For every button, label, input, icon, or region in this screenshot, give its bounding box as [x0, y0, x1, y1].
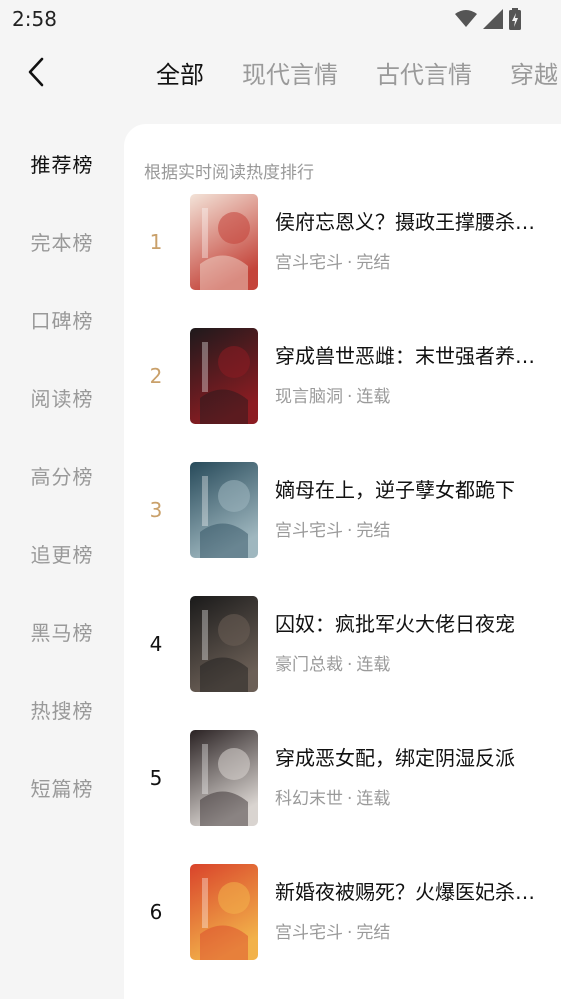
book-row[interactable]: 6 新婚夜被赐死？火爆医妃杀疯了宫斗宅斗 · 完结: [124, 862, 561, 962]
book-title[interactable]: 穿成兽世恶雌：末世强者养崽忙: [275, 340, 553, 369]
book-cover[interactable]: [190, 730, 258, 826]
sidebar-item-5[interactable]: 追更榜: [0, 514, 124, 592]
meta-separator: ·: [347, 253, 353, 273]
book-cover[interactable]: [190, 462, 258, 558]
book-status: 连载: [356, 655, 391, 675]
book-status: 完结: [356, 253, 391, 273]
book-meta: 科幻末世 · 连载: [275, 784, 390, 809]
book-meta: 宫斗宅斗 · 完结: [275, 918, 390, 943]
book-row[interactable]: 1 侯府忘恩义？摄政王撑腰杀疯了宫斗宅斗 · 完结: [124, 192, 561, 292]
book-title[interactable]: 囚奴：疯批军火大佬日夜宠: [275, 608, 553, 637]
status-icons: [455, 8, 521, 34]
rank-number: 3: [149, 498, 163, 522]
meta-separator: ·: [347, 387, 353, 407]
ranking-sidebar: 推荐榜 完本榜 口碑榜 阅读榜 高分榜 追更榜 黑马榜 热搜榜 短篇榜: [0, 124, 124, 826]
book-genre: 宫斗宅斗: [275, 521, 343, 541]
rank-number: 6: [149, 900, 163, 924]
battery-charging-icon: [509, 8, 521, 34]
book-row[interactable]: 3 嫡母在上，逆子孽女都跪下宫斗宅斗 · 完结: [124, 460, 561, 560]
sidebar-item-3[interactable]: 阅读榜: [0, 358, 124, 436]
book-meta: 豪门总裁 · 连载: [275, 650, 390, 675]
book-row[interactable]: 5 穿成恶女配，绑定阴湿反派科幻末世 · 连载: [124, 728, 561, 828]
rank-number: 5: [149, 766, 163, 790]
meta-separator: ·: [347, 923, 353, 943]
book-genre: 宫斗宅斗: [275, 253, 343, 273]
sidebar-item-0[interactable]: 推荐榜: [0, 124, 124, 202]
tab-0[interactable]: 全部: [156, 55, 204, 90]
rank-number: 4: [149, 632, 163, 656]
book-row[interactable]: 4 囚奴：疯批军火大佬日夜宠豪门总裁 · 连载: [124, 594, 561, 694]
book-meta: 宫斗宅斗 · 完结: [275, 516, 390, 541]
book-meta: 宫斗宅斗 · 完结: [275, 248, 390, 273]
book-title[interactable]: 穿成恶女配，绑定阴湿反派: [275, 742, 553, 771]
meta-separator: ·: [347, 521, 353, 541]
category-tabs: 全部 现代言情 古代言情 穿越: [156, 40, 561, 104]
book-meta: 现言脑洞 · 连载: [275, 382, 390, 407]
sidebar-item-1[interactable]: 完本榜: [0, 202, 124, 280]
wifi-icon: [455, 10, 477, 32]
signal-icon: [483, 9, 503, 33]
book-title[interactable]: 侯府忘恩义？摄政王撑腰杀疯了: [275, 206, 553, 235]
rank-number: 2: [149, 364, 163, 388]
book-cover[interactable]: [190, 864, 258, 960]
status-time: 2:58: [12, 7, 57, 31]
ranking-panel: 根据实时阅读热度排行 1 侯府忘恩义？摄政王撑腰杀疯了 宫斗宅斗 · 完结 2 穿成兽世恶雌…: [124, 124, 561, 999]
book-cover[interactable]: [190, 328, 258, 424]
book-title[interactable]: 嫡母在上，逆子孽女都跪下: [275, 474, 553, 503]
book-genre: 豪门总裁: [275, 655, 343, 675]
book-title[interactable]: 新婚夜被赐死？火爆医妃杀疯了: [275, 876, 553, 905]
book-row[interactable]: 2 穿成兽世恶雌：末世强者养崽忙现言脑洞 · 连载: [124, 326, 561, 426]
tab-2[interactable]: 古代言情: [376, 55, 472, 90]
sidebar-item-6[interactable]: 黑马榜: [0, 592, 124, 670]
sidebar-item-4[interactable]: 高分榜: [0, 436, 124, 514]
tab-1[interactable]: 现代言情: [242, 55, 338, 90]
chevron-left-icon: [28, 57, 44, 87]
book-cover[interactable]: [190, 596, 258, 692]
book-status: 完结: [356, 923, 391, 943]
top-nav: 全部 现代言情 古代言情 穿越: [0, 40, 561, 104]
book-status: 连载: [356, 387, 391, 407]
book-cover[interactable]: [190, 194, 258, 290]
book-genre: 科幻末世: [275, 789, 343, 809]
meta-separator: ·: [347, 789, 353, 809]
tab-3[interactable]: 穿越: [510, 55, 558, 90]
meta-separator: ·: [347, 655, 353, 675]
sidebar-item-7[interactable]: 热搜榜: [0, 670, 124, 748]
back-button[interactable]: [22, 54, 50, 90]
ranking-subtitle: 根据实时阅读热度排行: [144, 163, 314, 183]
book-status: 连载: [356, 789, 391, 809]
rank-number: 1: [149, 230, 163, 254]
sidebar-item-8[interactable]: 短篇榜: [0, 748, 124, 826]
sidebar-item-2[interactable]: 口碑榜: [0, 280, 124, 358]
book-genre: 宫斗宅斗: [275, 923, 343, 943]
book-status: 完结: [356, 521, 391, 541]
book-genre: 现言脑洞: [275, 387, 343, 407]
status-bar: 2:58: [0, 0, 561, 40]
